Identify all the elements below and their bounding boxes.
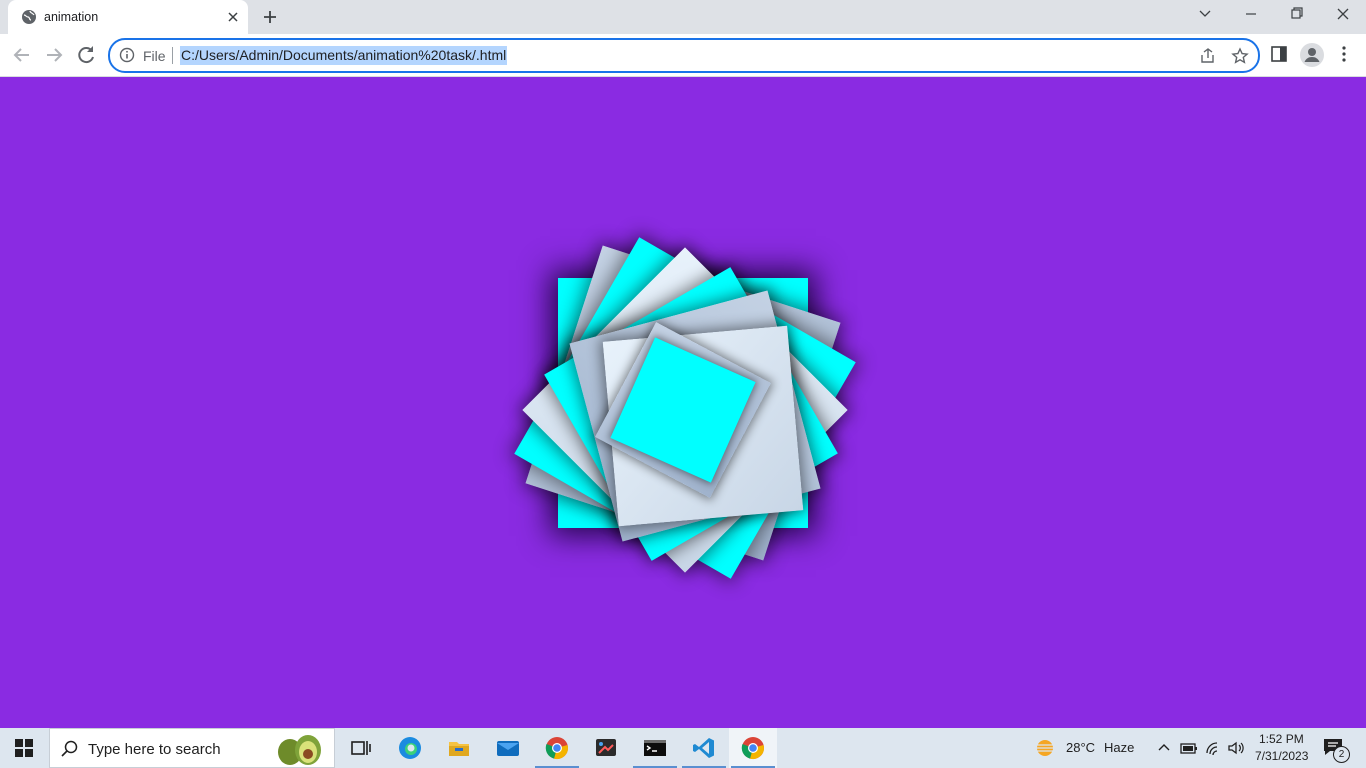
tab-title: animation [44, 10, 99, 24]
close-icon[interactable] [224, 8, 242, 26]
restore-icon[interactable] [1274, 0, 1320, 30]
file-explorer-button[interactable] [435, 728, 483, 768]
forward-arrow-icon[interactable] [42, 43, 66, 67]
chrome-icon [545, 737, 568, 759]
side-panel-icon[interactable] [1269, 44, 1289, 64]
share-icon[interactable] [1199, 47, 1217, 65]
back-arrow-icon[interactable] [10, 43, 34, 67]
clock-time[interactable]: 1:52 PM [1259, 732, 1304, 746]
chevron-up-icon[interactable] [1156, 740, 1172, 756]
info-icon[interactable] [119, 47, 135, 63]
terminal-icon [644, 740, 666, 756]
edge-icon [399, 737, 421, 759]
notification-center-button[interactable]: 2 [1322, 737, 1350, 763]
clock-date[interactable]: 7/31/2023 [1255, 749, 1308, 763]
edge-button[interactable] [386, 728, 434, 768]
snipping-tool-icon [596, 739, 616, 756]
chrome-button[interactable] [533, 728, 581, 768]
profile-glyph-icon [1304, 48, 1320, 62]
omnibox-divider [172, 47, 173, 64]
battery-icon[interactable] [1180, 740, 1198, 756]
globe-icon [22, 10, 36, 24]
reload-icon[interactable] [74, 43, 98, 67]
star-icon[interactable] [1231, 47, 1249, 65]
plus-icon[interactable] [260, 7, 280, 27]
file-explorer-icon [449, 742, 469, 756]
tab-strip: animation [0, 0, 1366, 34]
wifi-icon[interactable] [1205, 739, 1223, 757]
chevron-down-icon[interactable] [1182, 0, 1228, 30]
search-icon [61, 740, 78, 757]
haze-icon[interactable] [1034, 737, 1056, 759]
mail-button[interactable] [484, 728, 532, 768]
vscode-button[interactable] [680, 728, 728, 768]
task-view-button[interactable] [336, 728, 384, 768]
weather-condition[interactable]: Haze [1104, 740, 1134, 755]
vscode-icon [693, 738, 714, 758]
browser-tab[interactable]: animation [8, 0, 248, 34]
snipping-tool-button[interactable] [582, 728, 630, 768]
taskbar: Type here to search 28°C Haze 1:52 PM 7/… [0, 728, 1366, 768]
kebab-menu-icon[interactable] [1334, 44, 1354, 64]
url-text[interactable]: C:/Users/Admin/Documents/animation%20tas… [180, 46, 508, 65]
search-placeholder: Type here to search [88, 741, 221, 758]
task-view-icon [351, 741, 371, 755]
windows-logo-icon[interactable] [15, 739, 33, 757]
minimize-icon[interactable] [1228, 0, 1274, 30]
scheme-label: File [143, 48, 166, 64]
chrome-active-button[interactable] [729, 728, 777, 768]
notification-count-badge: 2 [1333, 746, 1350, 763]
address-bar[interactable]: File C:/Users/Admin/Documents/animation%… [108, 38, 1260, 73]
weather-temperature[interactable]: 28°C [1066, 740, 1095, 755]
avocado-icon [278, 735, 321, 765]
avatar-icon[interactable] [1300, 43, 1324, 67]
volume-icon[interactable] [1227, 739, 1245, 757]
mail-icon [497, 741, 519, 756]
terminal-button[interactable] [631, 728, 679, 768]
browser-toolbar: File C:/Users/Admin/Documents/animation%… [0, 34, 1366, 77]
chrome-icon [741, 737, 764, 759]
taskbar-search[interactable]: Type here to search [49, 728, 335, 768]
page-canvas [0, 77, 1366, 728]
close-window-icon[interactable] [1320, 0, 1366, 30]
